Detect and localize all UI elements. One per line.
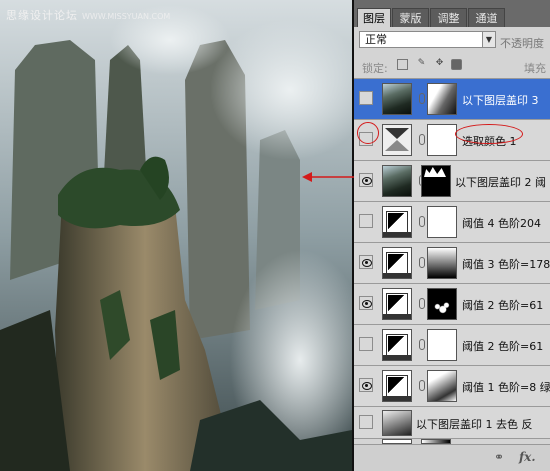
lock-transparency-icon[interactable]: [397, 59, 408, 70]
opacity-label: 不透明度: [500, 37, 544, 50]
panel-footer: ⚭ fx.: [354, 444, 550, 471]
tab-layers[interactable]: 图层: [357, 8, 391, 27]
layer-row[interactable]: 以下图层盖印 3: [354, 79, 550, 120]
tab-masks[interactable]: 蒙版: [392, 8, 429, 27]
layer-row[interactable]: 以下图层盖印 2 阈: [354, 161, 550, 202]
panel-tabs: 图层 蒙版 调整 通道: [354, 0, 550, 27]
layer-name: 阈值 2 色阶=61: [462, 340, 544, 353]
mask-thumbnail[interactable]: [427, 247, 457, 279]
threshold-icon: [382, 288, 412, 320]
threshold-icon: [382, 206, 412, 238]
link-icon: [419, 339, 425, 350]
visibility-toggle[interactable]: [359, 296, 373, 310]
annotation-circle: [357, 122, 379, 144]
layer-row[interactable]: 阈值 2 色阶=61: [354, 284, 550, 325]
blend-mode-select[interactable]: 正常: [359, 31, 483, 48]
mask-thumbnail[interactable]: [427, 288, 457, 320]
watermark: 思缘设计论坛 WWW.MISSYUAN.COM: [6, 7, 170, 23]
threshold-icon: [382, 247, 412, 279]
layer-name: 阈值 4 色阶204: [462, 217, 541, 230]
mask-thumbnail[interactable]: [421, 165, 451, 197]
threshold-icon: [382, 329, 412, 361]
annotation-ellipse: [455, 124, 523, 144]
photo-canvas: 思缘设计论坛 WWW.MISSYUAN.COM: [0, 0, 352, 471]
visibility-toggle[interactable]: [359, 255, 373, 269]
link-icon: [419, 216, 425, 227]
visibility-toggle[interactable]: [359, 378, 373, 392]
blend-row: 正常 ▼ 不透明度: [354, 27, 550, 53]
lock-all-icon[interactable]: [451, 59, 462, 70]
link-icon: [419, 380, 425, 391]
threshold-icon: [382, 370, 412, 402]
layer-name: 以下图层盖印 2 阈: [455, 176, 546, 189]
chevron-down-icon[interactable]: ▼: [482, 31, 496, 48]
layer-name: 以下图层盖印 1 去色 反: [416, 418, 533, 431]
mask-thumbnail[interactable]: [427, 124, 457, 156]
mask-thumbnail[interactable]: [427, 206, 457, 238]
layer-row[interactable]: 阈值 3 色阶=178: [354, 243, 550, 284]
layer-row[interactable]: 以下图层盖印 1 去色 反: [354, 407, 550, 439]
lock-move-icon[interactable]: ✥: [434, 59, 445, 70]
tab-channels[interactable]: 通道: [468, 8, 505, 27]
visibility-toggle[interactable]: [359, 415, 373, 429]
link-icon[interactable]: ⚭: [494, 450, 504, 464]
layer-name: 阈值 3 色阶=178: [462, 258, 550, 271]
mask-thumbnail[interactable]: [427, 370, 457, 402]
mountain-photo: [0, 0, 352, 471]
link-icon: [419, 93, 425, 104]
watermark-text: 思缘设计论坛: [6, 9, 78, 22]
lock-paint-icon[interactable]: ✎: [416, 59, 427, 70]
layer-row[interactable]: 阈值 4 色阶204: [354, 202, 550, 243]
adjustment-icon: [382, 124, 412, 156]
visibility-toggle[interactable]: [359, 337, 373, 351]
visibility-toggle[interactable]: [359, 91, 373, 105]
tab-adjustments[interactable]: 调整: [430, 8, 467, 27]
lock-label: 锁定:: [362, 62, 388, 75]
layer-thumbnail: [382, 83, 412, 115]
layer-name: 以下图层盖印 3: [462, 94, 539, 107]
layer-thumbnail: [382, 410, 412, 436]
link-icon: [419, 298, 425, 309]
visibility-toggle[interactable]: [359, 173, 373, 187]
lock-row: 锁定: ✎ ✥ 填充: [354, 53, 550, 79]
link-icon: [419, 257, 425, 268]
layer-thumbnail: [382, 165, 412, 197]
fx-icon[interactable]: fx.: [519, 450, 536, 464]
fill-label: 填充: [524, 62, 546, 75]
layer-row[interactable]: 阈值 2 色阶=61: [354, 325, 550, 366]
watermark-url: WWW.MISSYUAN.COM: [82, 12, 171, 21]
visibility-toggle[interactable]: [359, 214, 373, 228]
mask-thumbnail[interactable]: [427, 329, 457, 361]
layer-row[interactable]: 选取颜色 1: [354, 120, 550, 161]
layer-name: 阈值 2 色阶=61: [462, 299, 544, 312]
layer-name: 阈值 1 色阶=8 绿: [462, 381, 550, 394]
layers-panel: 图层 蒙版 调整 通道 正常 ▼ 不透明度 锁定: ✎ ✥ 填充 以下图层盖印 …: [354, 0, 550, 471]
layer-row[interactable]: 阈值 1 色阶=8 绿: [354, 366, 550, 407]
annotation-arrow: [302, 172, 356, 182]
link-icon: [419, 134, 425, 145]
mask-thumbnail[interactable]: [427, 83, 457, 115]
